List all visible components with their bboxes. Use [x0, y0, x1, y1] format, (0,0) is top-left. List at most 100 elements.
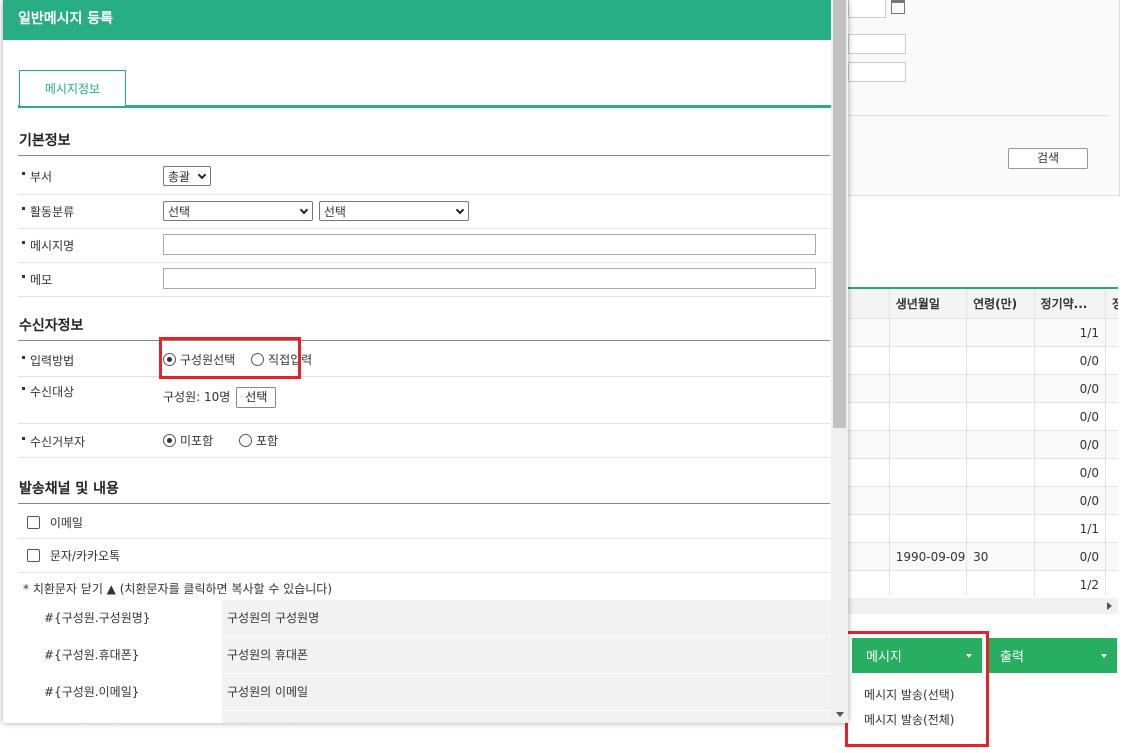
table-row[interactable]: 1990-09-09 30 0/0	[846, 543, 1118, 571]
sms-kakao-label: 문자/카카오톡	[49, 549, 121, 563]
grid-cell	[890, 571, 968, 597]
grid-cell	[890, 319, 968, 346]
highlight-box	[845, 631, 989, 747]
table-row[interactable]: #{구성원.이메일} 구성원의 이메일	[25, 674, 831, 711]
row-refuser: 수신거부자 미포함 포함	[18, 424, 830, 458]
target-count: 구성원: 10명	[163, 390, 231, 404]
table-row[interactable]: 0/0	[846, 459, 1118, 487]
row-message-name: 메시지명	[18, 229, 830, 263]
grid-cell: 30	[967, 543, 1035, 570]
grid-header-regular[interactable]: 정기약...	[1035, 289, 1106, 318]
grid-cell	[846, 487, 890, 514]
grid-cell	[846, 431, 890, 458]
grid-cell	[1106, 459, 1118, 486]
placeholder-toggle[interactable]: * 치환문자 닫기 ▲ (치환문자를 클릭하면 복사할 수 있습니다)	[23, 580, 332, 597]
grid-header-age[interactable]: 연령(만)	[967, 289, 1035, 318]
grid-cell	[890, 347, 968, 374]
chevron-down-icon	[299, 205, 309, 215]
include-label: 포함	[255, 434, 279, 448]
member-grid: 생년월일 연령(만) 정기약... 정 1/10/00/00/00/00/00/…	[846, 287, 1118, 597]
grid-body: 1/1 0/0 0/0 0/0 0/0 0/0 0/0 1/1 1990-09-09 30 0/0 1…	[846, 319, 1118, 597]
table-row[interactable]: 0/0	[846, 347, 1118, 375]
department-label: 부서	[22, 168, 52, 185]
email-checkbox[interactable]	[27, 516, 40, 529]
sms-checkbox[interactable]	[27, 549, 40, 562]
grid-cell	[1106, 403, 1118, 430]
table-row[interactable]: 1/1	[846, 515, 1118, 543]
select-members-button[interactable]: 선택	[236, 387, 277, 408]
grid-cell	[967, 403, 1035, 430]
tab-bar: 메시지정보	[18, 70, 831, 108]
grid-cell: 1990-09-09	[890, 543, 968, 570]
grid-cell: 1/2	[1035, 571, 1106, 597]
table-row[interactable]: 0/0	[846, 431, 1118, 459]
radio-exclude[interactable]	[163, 434, 176, 447]
grid-cell	[1106, 487, 1118, 514]
search-input-1[interactable]	[848, 34, 906, 54]
output-button[interactable]: 출력	[988, 638, 1117, 673]
activity-select-1[interactable]: 선택	[163, 201, 313, 221]
section-channel: 발송채널 및 내용	[18, 478, 830, 504]
placeholder-key[interactable]: #{구성원.이메일}	[25, 674, 222, 710]
radio-include[interactable]	[238, 434, 252, 447]
placeholder-key[interactable]: #{구성원.구성원구분}	[25, 711, 222, 723]
scroll-right-icon[interactable]	[1107, 602, 1112, 610]
grid-cell: 1/1	[1035, 515, 1106, 542]
grid-horizontal-scrollbar[interactable]	[846, 598, 1118, 614]
grid-header-cell[interactable]: 정	[1106, 289, 1118, 318]
message-name-input[interactable]	[163, 234, 816, 255]
search-input-2[interactable]	[848, 62, 906, 82]
grid-header: 생년월일 연령(만) 정기약... 정	[846, 289, 1118, 319]
activity-select-2[interactable]: 선택	[318, 201, 469, 221]
row-department: 부서 총괄	[18, 161, 830, 195]
grid-cell: 0/0	[1035, 375, 1106, 402]
table-row[interactable]: 0/0	[846, 375, 1118, 403]
grid-cell	[890, 403, 968, 430]
table-row[interactable]: 0/0	[846, 487, 1118, 515]
grid-cell	[890, 459, 968, 486]
chevron-down-icon	[197, 170, 207, 180]
grid-cell: 1/1	[1035, 319, 1106, 346]
caret-down-icon	[1101, 654, 1107, 658]
table-row[interactable]: #{구성원.구성원구분} 구성원의 구성원구분	[25, 711, 831, 723]
placeholder-desc: 구성원의 구성원명	[222, 600, 831, 636]
modal-vertical-scrollbar[interactable]	[831, 0, 848, 723]
placeholder-key[interactable]: #{구성원.구성원명}	[25, 600, 222, 636]
scroll-thumb[interactable]	[833, 0, 846, 428]
grid-header-birthdate[interactable]: 생년월일	[890, 289, 968, 318]
grid-cell	[967, 431, 1035, 458]
table-row[interactable]: #{구성원.구성원명} 구성원의 구성원명	[25, 600, 831, 637]
grid-cell: 0/0	[1035, 487, 1106, 514]
placeholder-key[interactable]: #{구성원.휴대폰}	[25, 637, 222, 673]
placeholder-desc: 구성원의 구성원구분	[222, 711, 831, 723]
activity-label: 활동분류	[22, 203, 74, 220]
search-button[interactable]: 검색	[1008, 148, 1088, 169]
grid-cell	[846, 375, 890, 402]
grid-cell: 0/0	[1035, 347, 1106, 374]
department-select[interactable]: 총괄	[163, 166, 211, 186]
input-method-label: 입력방법	[22, 352, 74, 369]
grid-cell: 0/0	[1035, 431, 1106, 458]
row-email: 이메일	[18, 505, 830, 539]
grid-cell	[846, 543, 890, 570]
table-row[interactable]: 0/0	[846, 403, 1118, 431]
scroll-down-icon[interactable]	[836, 712, 844, 717]
tab-message-info[interactable]: 메시지정보	[19, 70, 126, 106]
grid-cell	[890, 515, 968, 542]
table-row[interactable]: 1/2	[846, 571, 1118, 597]
grid-header-cell[interactable]	[846, 289, 890, 318]
message-name-label: 메시지명	[22, 237, 74, 254]
divider	[848, 115, 1108, 116]
table-row[interactable]: #{구성원.휴대폰} 구성원의 휴대폰	[25, 637, 831, 674]
section-recipient-info: 수신자정보	[18, 315, 830, 341]
memo-input[interactable]	[163, 268, 816, 289]
grid-cell	[1106, 319, 1118, 346]
chevron-down-icon	[455, 205, 465, 215]
date-input[interactable]	[848, 0, 886, 18]
table-row[interactable]: 1/1	[846, 319, 1118, 347]
message-register-modal: 일반메시지 등록 메시지정보 기본정보 부서 총괄 활동분류 선택 선택 메시지…	[3, 0, 848, 723]
grid-cell	[846, 319, 890, 346]
modal-body: 메시지정보 기본정보 부서 총괄 활동분류 선택 선택 메시지명 메모 수신자정…	[3, 40, 831, 723]
grid-cell: 0/0	[1035, 543, 1106, 570]
calendar-icon[interactable]	[891, 0, 905, 14]
